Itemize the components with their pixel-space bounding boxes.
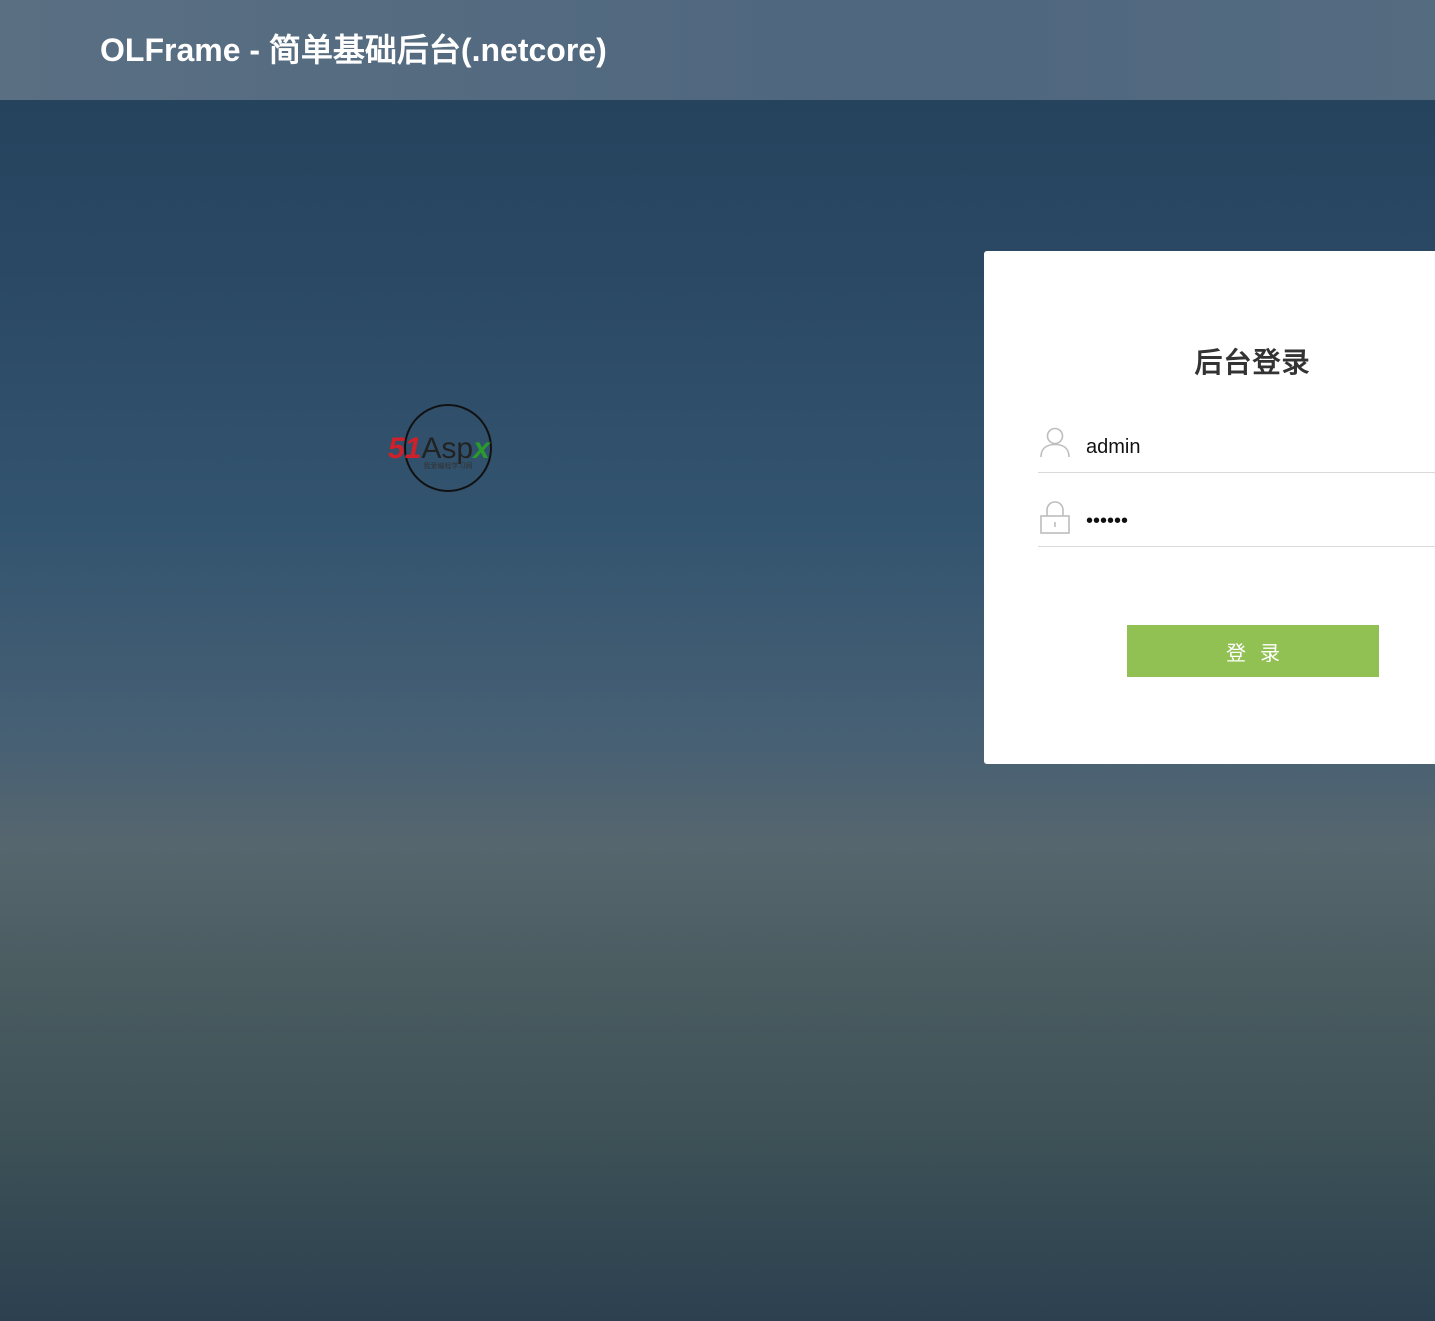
password-field bbox=[1038, 500, 1435, 547]
site-logo: 51Aspx 我爱编程学习网 bbox=[388, 404, 492, 492]
logo-text-green: x bbox=[471, 432, 491, 465]
logo-text-dark: Asp bbox=[421, 432, 473, 465]
logo-subtext: 我爱编程学习网 bbox=[424, 461, 473, 470]
logo-text-red: 51 bbox=[388, 432, 421, 465]
username-input[interactable] bbox=[1086, 432, 1426, 462]
login-title: 后台登录 bbox=[1194, 347, 1311, 378]
logo-wordmark: 51Aspx bbox=[388, 432, 491, 465]
lock-icon bbox=[1040, 501, 1070, 534]
app-title: OLFrame - 简单基础后台(.netcore) bbox=[100, 32, 607, 68]
user-icon bbox=[1040, 427, 1070, 458]
password-input[interactable] bbox=[1086, 506, 1426, 536]
header-bar: OLFrame - 简单基础后台(.netcore) bbox=[0, 0, 1435, 100]
login-panel: 后台登录 登录 bbox=[984, 251, 1435, 764]
username-field bbox=[1038, 426, 1435, 473]
login-button[interactable]: 登录 bbox=[1127, 625, 1379, 677]
